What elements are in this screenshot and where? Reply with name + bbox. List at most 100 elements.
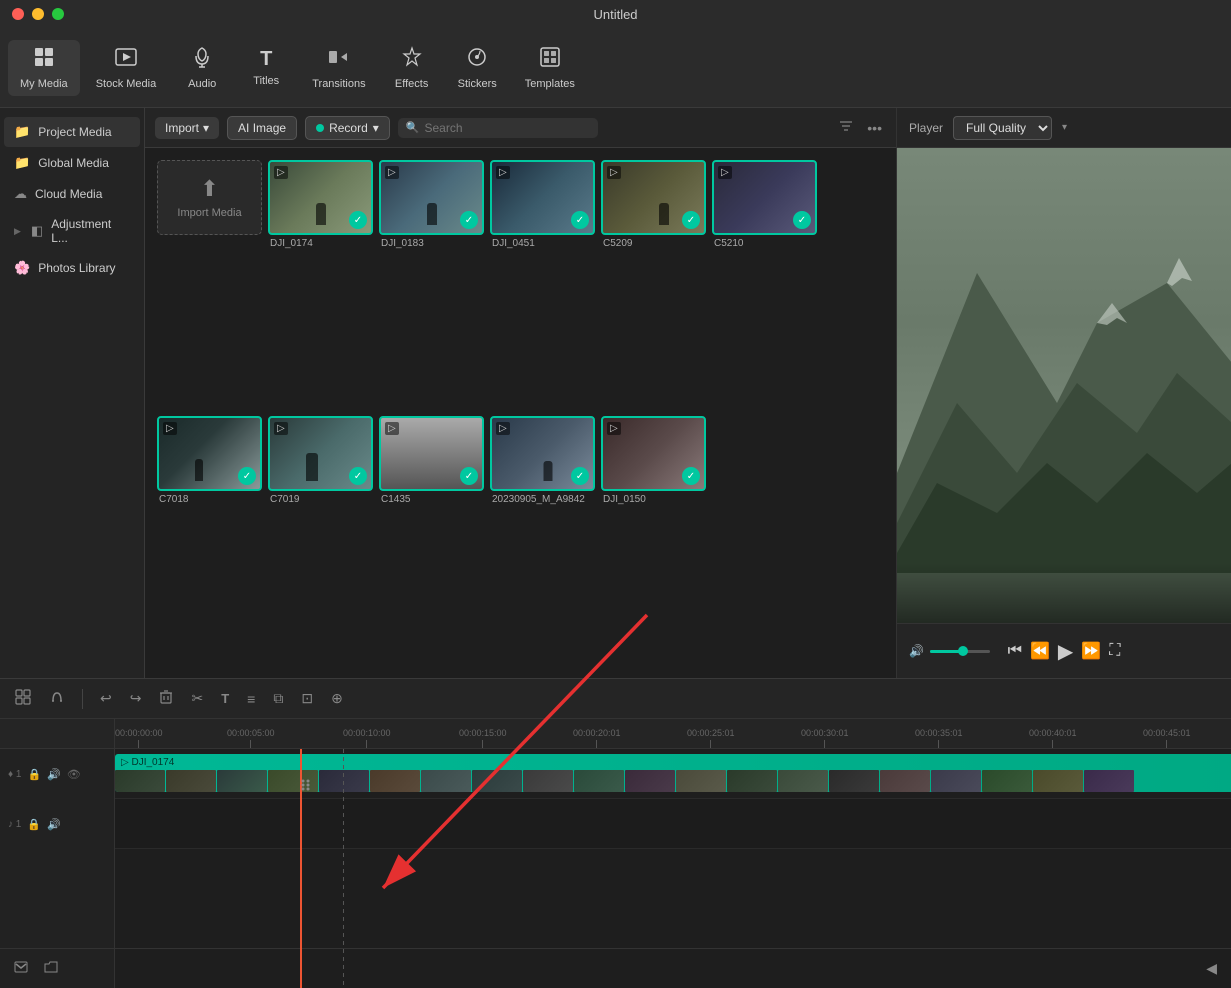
quality-select[interactable]: Full Quality [953, 116, 1052, 140]
media-item-dji0183[interactable]: ▷ ✓ DJI_0183 [379, 160, 484, 410]
frame-thumb [982, 770, 1032, 792]
effects-icon [401, 46, 423, 74]
import-chevron-icon: ▾ [203, 121, 209, 135]
sidebar-item-global-media[interactable]: 📁 Global Media [4, 148, 140, 178]
search-icon: 🔍 [406, 121, 420, 134]
toolbar-effects[interactable]: Effects [382, 40, 442, 96]
media-item-c5210[interactable]: ▷ ✓ C5210 [712, 160, 817, 410]
frame-forward-button[interactable]: ⏩ [1077, 637, 1105, 665]
video-icon-5: ▷ [718, 166, 732, 179]
adjustment-icon: ◧ [31, 223, 43, 239]
media-item-c7018[interactable]: ▷ ✓ C7018 [157, 416, 262, 666]
timeline-magnet-button[interactable] [44, 686, 70, 711]
ai-image-button[interactable]: AI Image [227, 116, 297, 140]
import-media-icon: ⬆ [200, 176, 218, 202]
media-item-dji0150[interactable]: ▷ ✓ DJI_0150 [601, 416, 706, 666]
preview-controls: 🔊 ⏮ ⏪ ▶ ⏩ ⛶ [897, 623, 1231, 678]
check-icon-2: ✓ [460, 211, 478, 229]
media-item-c7019[interactable]: ▷ ✓ C7019 [268, 416, 373, 666]
video-clip-dji0174[interactable]: ▷ DJI_0174 [115, 754, 1231, 792]
undo-button[interactable]: ↩ [95, 687, 117, 710]
sidebar-folder-button[interactable] [40, 958, 62, 979]
my-media-icon [33, 46, 55, 74]
media-item-20230905[interactable]: ▷ ✓ 20230905_M_A9842 [490, 416, 595, 666]
pip-button[interactable]: ⊡ [296, 687, 318, 710]
toolbar-audio[interactable]: Audio [172, 40, 232, 96]
sidebar-add-button[interactable] [10, 958, 32, 979]
skip-back-button[interactable]: ⏮ [1004, 638, 1026, 664]
timeline-ruler[interactable]: 00:00:00:00 00:00:05:00 00:00:10:00 00:0… [115, 719, 1231, 749]
sidebar-item-adjustment[interactable]: ▶ ◧ Adjustment L... [4, 210, 140, 252]
close-button[interactable] [12, 8, 24, 20]
delete-button[interactable] [154, 687, 178, 710]
import-media-button[interactable]: ⬆ Import Media [157, 160, 262, 235]
toolbar-templates[interactable]: Templates [513, 40, 587, 96]
audio-track-row [115, 799, 1231, 849]
mute-button-a[interactable]: 🔊 [47, 818, 61, 831]
media-item-dji0174[interactable]: ▷ ✓ DJI_0174 [268, 160, 373, 410]
group-button[interactable]: ⧉ [268, 687, 288, 710]
check-icon-8: ✓ [460, 467, 478, 485]
frame-back-button[interactable]: ⏪ [1026, 637, 1054, 665]
cut-button[interactable]: ✂ [186, 687, 208, 710]
maximize-button[interactable] [52, 8, 64, 20]
frame-thumb [676, 770, 726, 792]
timeline-scenes-button[interactable] [10, 686, 36, 711]
main-area: 📁 Project Media 📁 Global Media ☁ Cloud M… [0, 108, 1231, 678]
sidebar-item-project-media[interactable]: 📁 Project Media [4, 117, 140, 147]
crop-button[interactable]: ⊕ [326, 687, 348, 710]
ruler-label-4: 00:00:20:01 [573, 728, 621, 738]
ruler-label-5: 00:00:25:01 [687, 728, 735, 738]
toolbar-transitions[interactable]: Transitions [300, 40, 377, 96]
check-icon-10: ✓ [682, 467, 700, 485]
ruler-label-8: 00:00:40:01 [1029, 728, 1077, 738]
media-item-c1435[interactable]: ▷ ✓ C1435 [379, 416, 484, 666]
media-area: Import ▾ AI Image Record ▾ 🔍 [145, 108, 896, 678]
frame-thumb [1084, 770, 1134, 792]
top-toolbar: My Media Stock Media Audio T Titles [0, 28, 1231, 108]
ruler-tick-8: 00:00:40:01 [1029, 728, 1077, 748]
media-toolbar: Import ▾ AI Image Record ▾ 🔍 [145, 108, 896, 148]
timeline-ruler-area: 00:00:00:00 00:00:05:00 00:00:10:00 00:0… [115, 719, 1231, 988]
ruler-label-7: 00:00:35:01 [915, 728, 963, 738]
redo-button[interactable]: ↪ [125, 687, 147, 710]
toolbar-my-media[interactable]: My Media [8, 40, 80, 96]
layout-button[interactable]: ≡ [242, 688, 260, 710]
import-button[interactable]: Import ▾ [155, 117, 219, 139]
more-options-button[interactable]: ••• [863, 118, 886, 138]
audio-track-content[interactable] [115, 799, 1231, 848]
ruler-spacer [0, 719, 114, 749]
toolbar-stickers[interactable]: Stickers [446, 40, 509, 96]
sidebar-item-label-3: Cloud Media [35, 187, 102, 201]
photos-icon: 🌸 [14, 260, 30, 276]
search-box[interactable]: 🔍 [398, 118, 598, 138]
video-track-content[interactable]: ▷ DJI_0174 [115, 749, 1231, 798]
fullscreen-button[interactable]: ⛶ [1105, 638, 1124, 664]
check-icon-7: ✓ [349, 467, 367, 485]
video-track-row: ▷ DJI_0174 [115, 749, 1231, 799]
templates-label: Templates [525, 78, 575, 90]
ruler-tick-0: 00:00:00:00 [115, 728, 163, 748]
lock-button-v[interactable]: 🔒 [27, 768, 41, 781]
media-item-c5209[interactable]: ▷ ✓ C5209 [601, 160, 706, 410]
preview-video [897, 148, 1231, 623]
lock-button-a[interactable]: 🔒 [27, 818, 41, 831]
record-button[interactable]: Record ▾ [305, 116, 390, 140]
sidebar-item-cloud-media[interactable]: ☁ Cloud Media [4, 179, 140, 209]
app-title: Untitled [593, 7, 637, 22]
ruler-tick-5: 00:00:25:01 [687, 728, 735, 748]
clip-drag-handle[interactable] [297, 775, 317, 795]
sidebar-item-photos-library[interactable]: 🌸 Photos Library [4, 253, 140, 283]
media-item-dji0451[interactable]: ▷ ✓ DJI_0451 [490, 160, 595, 410]
check-icon-6: ✓ [238, 467, 256, 485]
minimize-button[interactable] [32, 8, 44, 20]
play-button[interactable]: ▶ [1054, 635, 1077, 668]
toolbar-stock-media[interactable]: Stock Media [84, 40, 169, 96]
filter-button[interactable] [835, 117, 857, 138]
text-button[interactable]: T [216, 688, 234, 709]
eye-button[interactable]: 👁 [67, 768, 81, 781]
search-input[interactable] [425, 121, 590, 135]
volume-slider[interactable]: 🔊 [909, 644, 990, 658]
toolbar-titles[interactable]: T Titles [236, 42, 296, 93]
audio-mute-button[interactable]: 🔊 [47, 768, 61, 781]
